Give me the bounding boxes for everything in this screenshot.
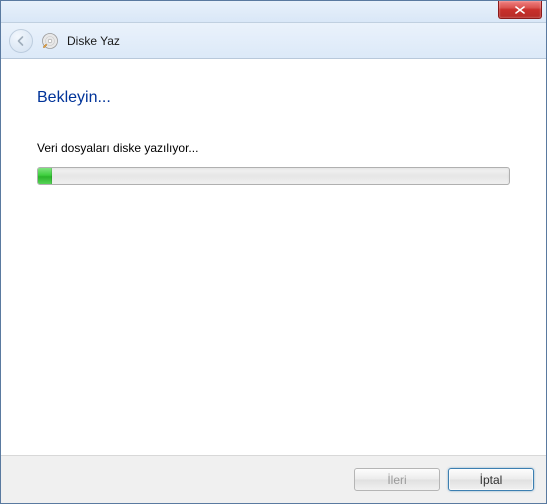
header-band: Diske Yaz [1,23,546,59]
page-heading: Bekleyin... [37,89,510,107]
back-button [9,29,33,53]
content-area: Bekleyin... Veri dosyaları diske yazılıy… [1,59,546,455]
progress-bar [37,167,510,185]
back-arrow-icon [15,35,27,47]
window-title: Diske Yaz [67,34,120,48]
next-button: İleri [354,468,440,491]
close-button[interactable] [498,1,542,19]
footer: İleri İptal [1,455,546,503]
titlebar [1,1,546,23]
wizard-window: Diske Yaz Bekleyin... Veri dosyaları dis… [0,0,547,504]
close-icon [515,6,525,14]
status-text: Veri dosyaları diske yazılıyor... [37,141,510,155]
disc-burn-icon [41,32,59,50]
cancel-button[interactable]: İptal [448,468,534,491]
progress-fill [38,168,52,184]
